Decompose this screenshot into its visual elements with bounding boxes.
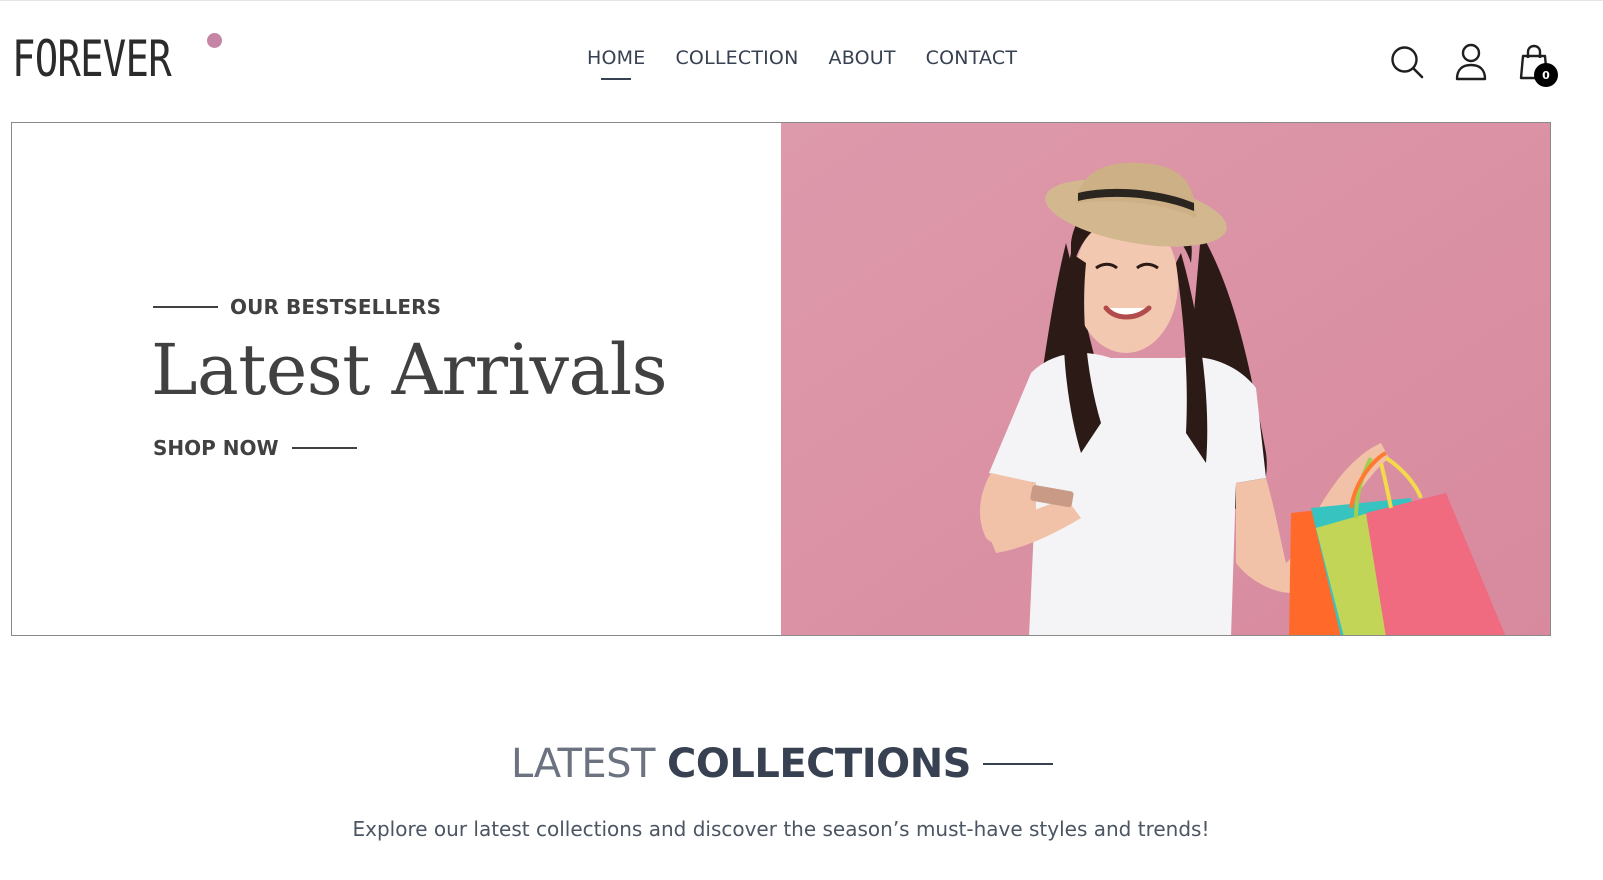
hero-kicker: OUR BESTSELLERS: [230, 295, 442, 319]
shop-now-button[interactable]: SHOP NOW: [153, 436, 357, 460]
section-subtitle: Explore our latest collections and disco…: [352, 817, 1210, 841]
hero-photo-illustration: [781, 123, 1550, 635]
logo-text: FOREVER: [12, 30, 172, 88]
site-header: FOREVER HOME COLLECTION ABOUT CONTACT 0: [0, 1, 1603, 122]
nav-item-label: CONTACT: [925, 47, 1018, 69]
nav-item-label: HOME: [587, 47, 646, 69]
hero-image: [781, 123, 1550, 635]
cart-count-badge: 0: [1534, 63, 1558, 87]
hero-banner: OUR BESTSELLERS Latest Arrivals SHOP NOW: [11, 122, 1551, 636]
hero-text-panel: OUR BESTSELLERS Latest Arrivals SHOP NOW: [12, 123, 781, 635]
main-nav: HOME COLLECTION ABOUT CONTACT: [587, 47, 1018, 80]
kicker-line: [153, 306, 218, 308]
active-nav-indicator: [601, 78, 632, 80]
nav-item-collection[interactable]: COLLECTION: [675, 47, 798, 69]
hero-title: Latest Arrivals: [151, 329, 668, 411]
section-title-bold: COLLECTIONS: [667, 741, 971, 787]
nav-item-label: COLLECTION: [675, 47, 799, 69]
shop-now-label: SHOP NOW: [153, 436, 279, 460]
logo-dot: [207, 33, 222, 48]
section-title-line: [982, 763, 1053, 765]
hero-kicker-row: OUR BESTSELLERS: [153, 295, 441, 319]
logo[interactable]: FOREVER: [12, 31, 216, 87]
page: FOREVER HOME COLLECTION ABOUT CONTACT 0 …: [0, 0, 1603, 880]
nav-item-contact[interactable]: CONTACT: [926, 47, 1018, 69]
nav-item-home[interactable]: HOME: [587, 47, 646, 80]
search-icon[interactable]: [1390, 45, 1424, 79]
cta-line: [291, 447, 357, 449]
section-title-light: LATEST: [511, 741, 656, 787]
nav-item-label: ABOUT: [828, 47, 896, 69]
user-icon[interactable]: [1455, 43, 1487, 81]
nav-item-about[interactable]: ABOUT: [829, 47, 896, 69]
section-title: LATEST COLLECTIONS: [511, 741, 1053, 787]
